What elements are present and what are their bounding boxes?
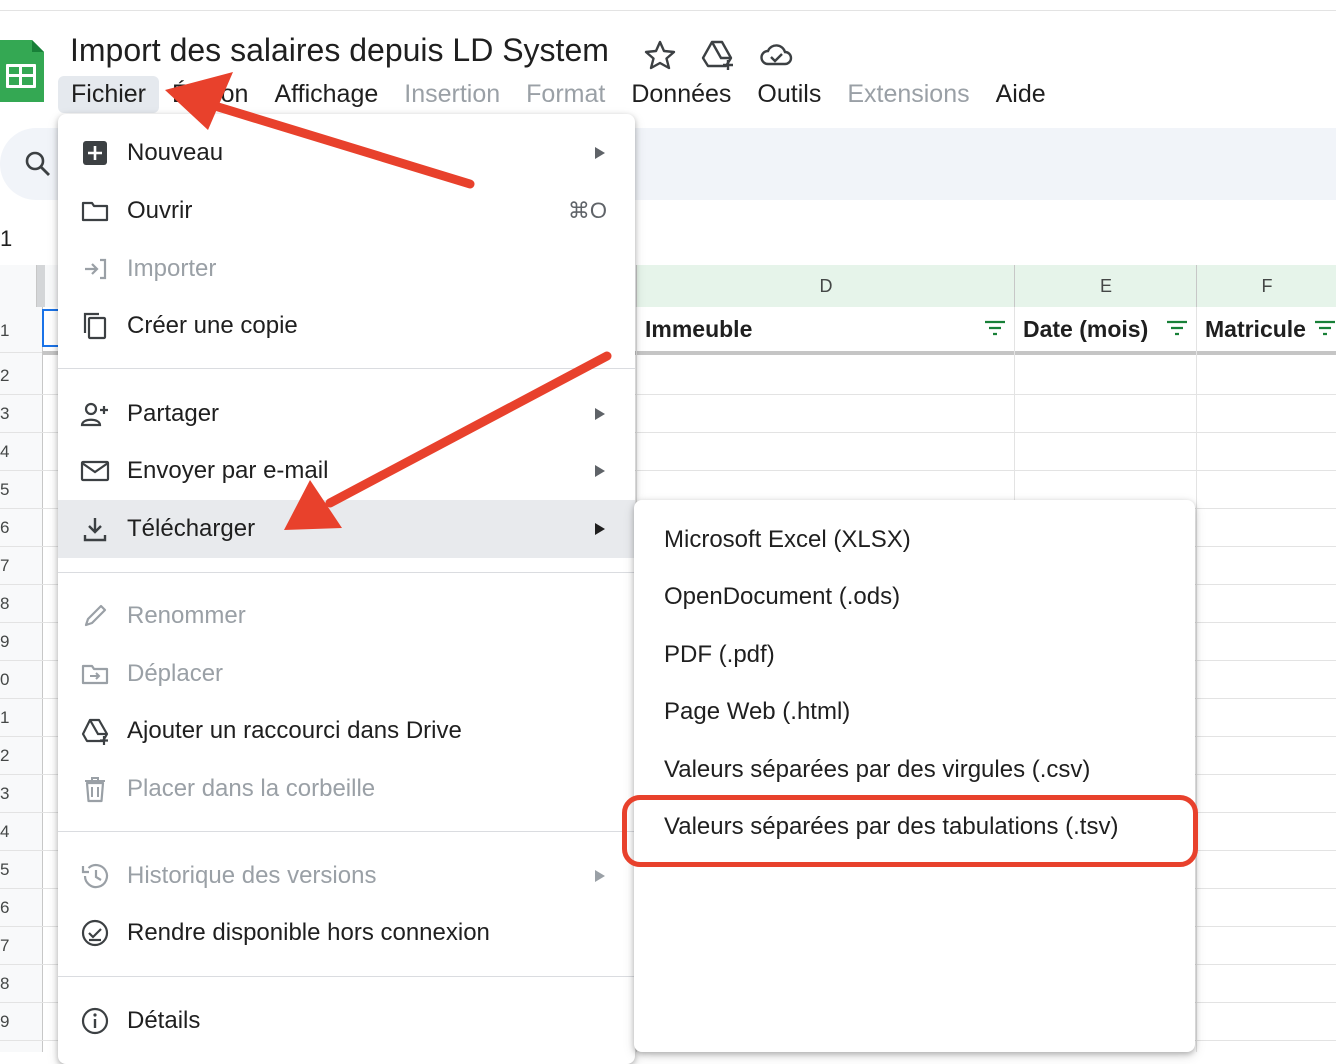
row-number[interactable]: 7 xyxy=(0,547,42,585)
row-number[interactable]: 4 xyxy=(0,813,42,851)
import-icon xyxy=(80,254,110,284)
header-cell-date-mois[interactable]: Date (mois) xyxy=(1014,307,1196,351)
row-number[interactable]: 1 xyxy=(0,309,42,353)
menu-item-partager[interactable]: Partager xyxy=(58,385,635,443)
mail-icon xyxy=(80,456,110,486)
menu-item-importer[interactable]: Importer xyxy=(58,240,635,298)
header-cell-matricule[interactable]: Matricule xyxy=(1196,307,1336,351)
add-person-icon xyxy=(80,399,110,429)
menu-outils[interactable]: Outils xyxy=(744,76,834,113)
row-number[interactable]: 8 xyxy=(0,585,42,623)
submenu-arrow-icon xyxy=(595,147,605,159)
menu-insertion[interactable]: Insertion xyxy=(391,76,513,113)
menu-item-corbeille[interactable]: Placer dans la corbeille xyxy=(58,760,635,818)
download-ods[interactable]: OpenDocument (.ods) xyxy=(634,568,1195,626)
download-html[interactable]: Page Web (.html) xyxy=(634,683,1195,741)
download-icon xyxy=(80,514,110,544)
filter-icon[interactable] xyxy=(1166,319,1188,337)
star-icon[interactable] xyxy=(642,38,678,75)
menu-format[interactable]: Format xyxy=(513,76,618,113)
row-number[interactable]: 5 xyxy=(0,471,42,509)
menu-item-envoyer-email[interactable]: Envoyer par e-mail xyxy=(58,442,635,500)
browser-top-edge xyxy=(0,0,1336,11)
submenu-arrow-icon xyxy=(595,523,605,535)
row-number[interactable]: 6 xyxy=(0,509,42,547)
menu-separator xyxy=(58,831,635,832)
menu-separator xyxy=(58,976,635,977)
row-number[interactable]: 9 xyxy=(0,623,42,661)
move-folder-icon xyxy=(80,659,110,689)
name-box[interactable]: 1 xyxy=(0,226,12,252)
column-header-d[interactable]: D xyxy=(636,265,1015,307)
menu-extensions[interactable]: Extensions xyxy=(834,76,982,113)
row-number[interactable]: 5 xyxy=(0,851,42,889)
download-submenu: Microsoft Excel (XLSX) OpenDocument (.od… xyxy=(634,500,1195,1052)
filter-icon[interactable] xyxy=(984,319,1006,337)
submenu-arrow-icon xyxy=(595,408,605,420)
header-cell-immeuble[interactable]: Immeuble xyxy=(636,307,1014,351)
menu-item-deplacer[interactable]: Déplacer xyxy=(58,645,635,703)
row-number[interactable]: 2 xyxy=(0,357,42,395)
header-date-label: Date (mois) xyxy=(1023,315,1149,342)
row-number[interactable]: 8 xyxy=(0,965,42,1003)
menu-separator xyxy=(58,368,635,369)
header-immeuble-label: Immeuble xyxy=(645,315,753,342)
shortcut-label: ⌘O xyxy=(567,198,607,223)
menu-item-raccourci-drive[interactable]: Ajouter un raccourci dans Drive xyxy=(58,702,635,760)
menu-item-telecharger[interactable]: Télécharger xyxy=(58,500,635,558)
row-number[interactable]: 3 xyxy=(0,395,42,433)
pencil-icon xyxy=(80,601,110,631)
drive-shortcut-icon xyxy=(80,716,110,746)
menu-item-nouveau[interactable]: Nouveau xyxy=(58,124,635,182)
cloud-status-icon[interactable] xyxy=(758,38,794,75)
column-header-partial xyxy=(36,265,45,307)
row-number[interactable]: 6 xyxy=(0,889,42,927)
menu-donnees[interactable]: Données xyxy=(618,76,744,113)
column-gridline xyxy=(1196,307,1197,1052)
new-sheet-icon xyxy=(80,138,110,168)
row-number[interactable]: 0 xyxy=(0,661,42,699)
file-menu: Nouveau Ouvrir ⌘O Importer Créer une cop… xyxy=(58,114,635,1064)
column-header-f[interactable]: F xyxy=(1196,265,1336,307)
row-number[interactable]: 1 xyxy=(0,699,42,737)
menu-aide[interactable]: Aide xyxy=(983,76,1059,113)
row-number[interactable]: 2 xyxy=(0,737,42,775)
menu-separator xyxy=(58,572,635,573)
info-icon xyxy=(80,1006,110,1036)
row-number[interactable]: 7 xyxy=(0,927,42,965)
menu-item-creer-copie[interactable]: Créer une copie xyxy=(58,297,635,355)
submenu-arrow-icon xyxy=(595,465,605,477)
menu-fichier[interactable]: Fichier xyxy=(58,75,160,113)
submenu-arrow-icon xyxy=(595,870,605,882)
menu-item-ouvrir[interactable]: Ouvrir ⌘O xyxy=(58,182,635,240)
column-header-e[interactable]: E xyxy=(1014,265,1197,307)
header-matricule-label: Matricule xyxy=(1205,315,1306,342)
menu-item-details[interactable]: Détails xyxy=(58,992,635,1050)
row-number[interactable]: 9 xyxy=(0,1003,42,1041)
offline-check-icon xyxy=(80,918,110,948)
move-to-drive-icon[interactable] xyxy=(700,38,736,75)
download-xlsx[interactable]: Microsoft Excel (XLSX) xyxy=(634,511,1195,569)
trash-icon xyxy=(80,774,110,804)
title-actions xyxy=(642,38,794,75)
download-csv[interactable]: Valeurs séparées par des virgules (.csv) xyxy=(634,741,1195,799)
folder-icon xyxy=(80,196,110,226)
row-number[interactable]: 4 xyxy=(0,433,42,471)
download-pdf[interactable]: PDF (.pdf) xyxy=(634,626,1195,684)
menu-item-historique[interactable]: Historique des versions xyxy=(58,847,635,905)
menu-item-renommer[interactable]: Renommer xyxy=(58,587,635,645)
menu-item-hors-connexion[interactable]: Rendre disponible hors connexion xyxy=(58,904,635,962)
history-icon xyxy=(80,861,110,891)
sheets-logo-icon[interactable] xyxy=(0,40,44,102)
annotation-highlight-box xyxy=(622,795,1198,867)
menu-edition[interactable]: Édition xyxy=(159,76,261,113)
row-number[interactable]: 3 xyxy=(0,775,42,813)
search-menus-icon[interactable] xyxy=(22,148,54,180)
copy-icon xyxy=(80,311,110,341)
menu-bar: Fichier Édition Affichage Insertion Form… xyxy=(58,74,1059,114)
filter-icon[interactable] xyxy=(1314,319,1336,337)
menu-affichage[interactable]: Affichage xyxy=(261,76,391,113)
document-title[interactable]: Import des salaires depuis LD System xyxy=(70,32,609,69)
